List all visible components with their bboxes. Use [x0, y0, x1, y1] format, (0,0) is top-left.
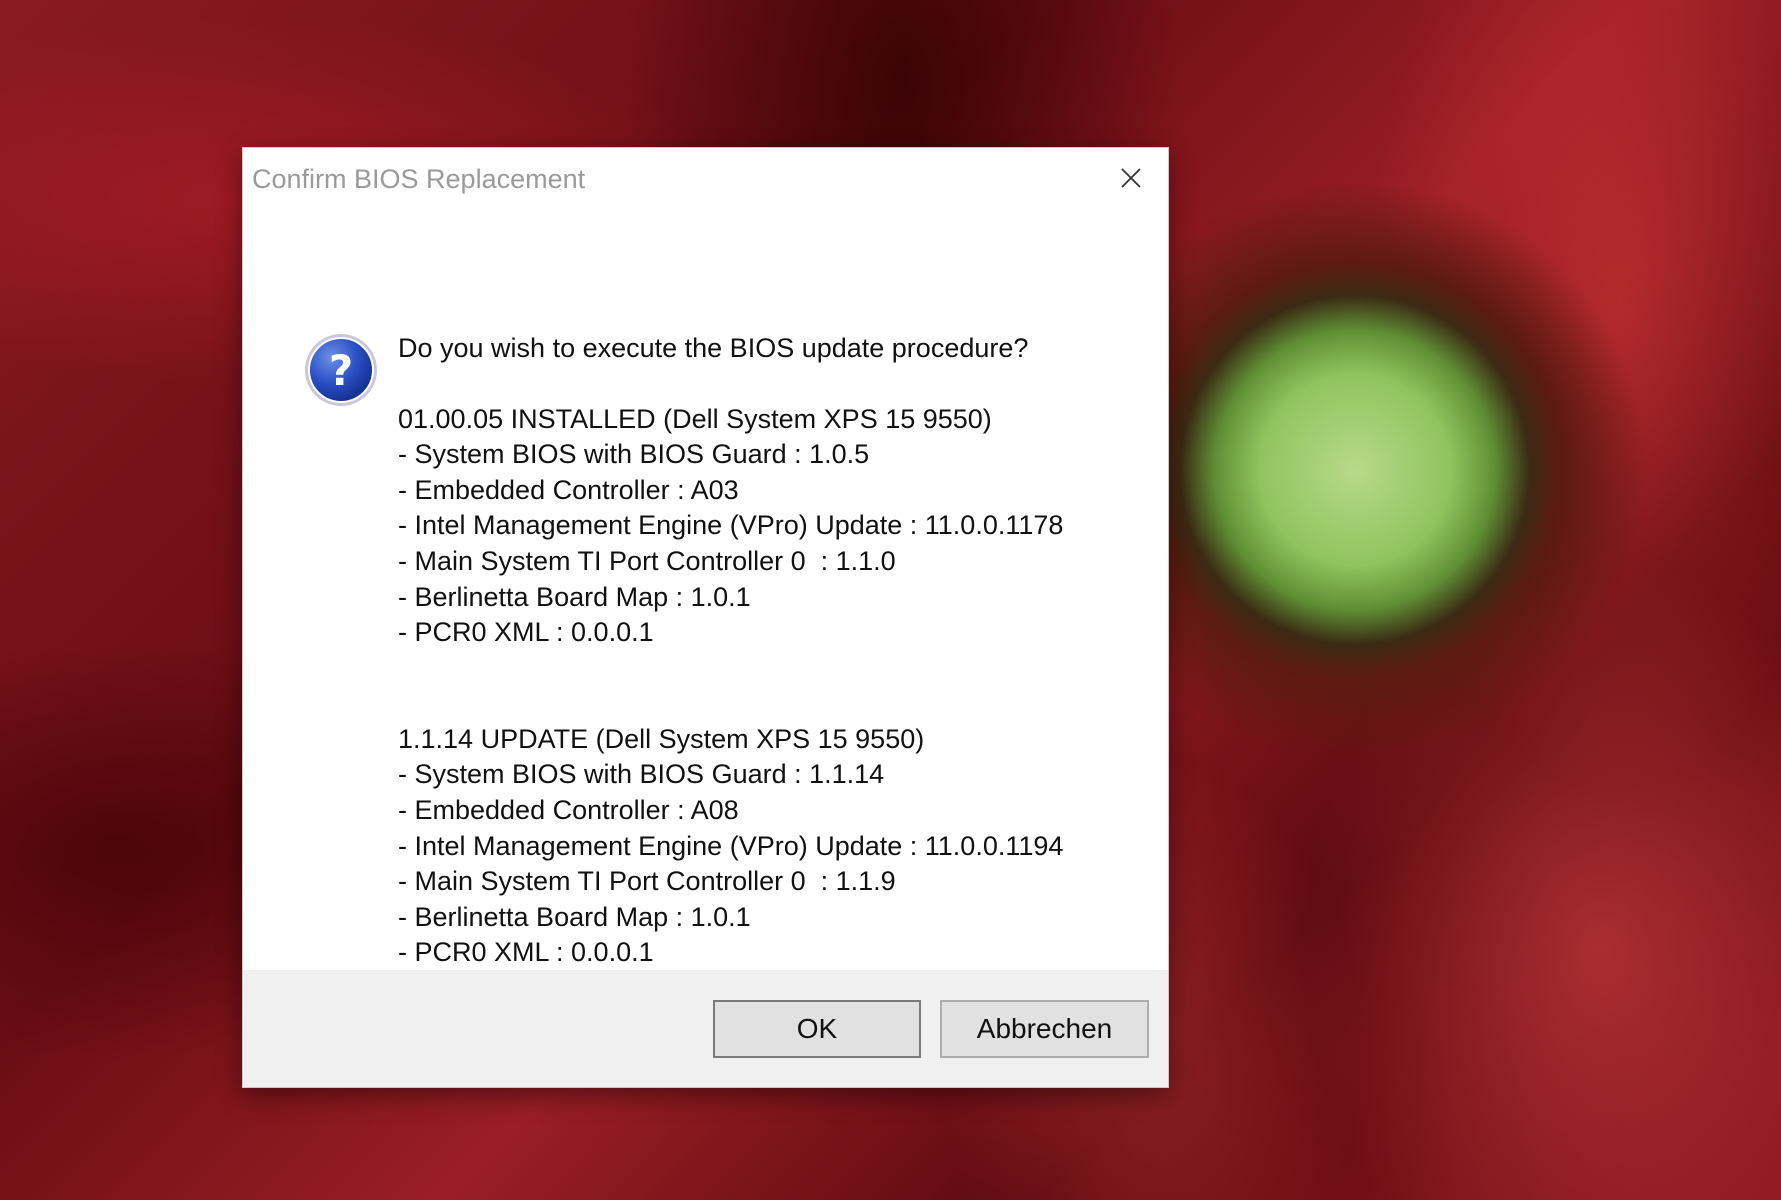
close-icon [1121, 168, 1141, 188]
installed-item: - System BIOS with BIOS Guard : 1.0.5 [398, 439, 870, 470]
message-text: Do you wish to execute the BIOS update p… [398, 331, 1138, 971]
cancel-button[interactable]: Abbrechen [940, 1000, 1149, 1058]
installed-item: - Berlinetta Board Map : 1.0.1 [398, 581, 751, 612]
question-icon: ? [305, 334, 377, 406]
question-text: Do you wish to execute the BIOS update p… [398, 333, 1029, 363]
svg-text:?: ? [329, 346, 353, 395]
update-item: - Intel Management Engine (VPro) Update … [398, 830, 1064, 861]
update-item: - Berlinetta Board Map : 1.0.1 [398, 901, 751, 932]
dialog-title: Confirm BIOS Replacement [252, 164, 586, 194]
update-item: - System BIOS with BIOS Guard : 1.1.14 [398, 759, 885, 790]
installed-header: 01.00.05 INSTALLED (Dell System XPS 15 9… [398, 403, 992, 434]
update-item: - Main System TI Port Controller 0 : 1.1… [398, 866, 896, 897]
ok-button[interactable]: OK [713, 1000, 921, 1058]
update-header: 1.1.14 UPDATE (Dell System XPS 15 9550) [398, 723, 925, 754]
installed-item: - Embedded Controller : A03 [398, 474, 739, 505]
installed-item: - PCR0 XML : 0.0.0.1 [398, 617, 654, 648]
update-item: - Embedded Controller : A08 [398, 794, 739, 825]
installed-item: - Intel Management Engine (VPro) Update … [398, 510, 1064, 541]
installed-item: - Main System TI Port Controller 0 : 1.1… [398, 545, 896, 576]
confirm-dialog: Confirm BIOS Replacement ? Do you wish t… [243, 148, 1168, 1087]
title-bar[interactable]: Confirm BIOS Replacement [243, 148, 1168, 210]
close-button[interactable] [1103, 154, 1159, 202]
update-item: - PCR0 XML : 0.0.0.1 [398, 937, 654, 968]
dialog-content: ? Do you wish to execute the BIOS update… [243, 210, 1168, 970]
